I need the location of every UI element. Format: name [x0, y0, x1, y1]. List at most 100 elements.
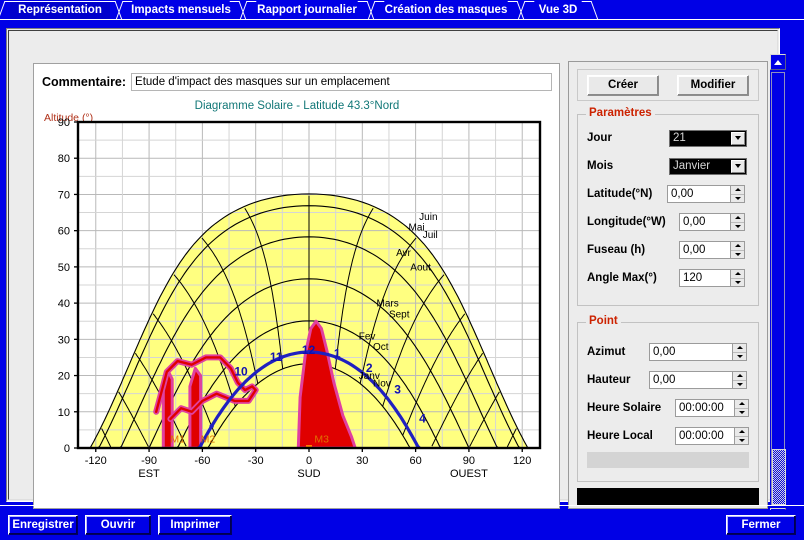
spin-down-icon[interactable] [735, 436, 748, 444]
svg-text:M3: M3 [314, 434, 329, 446]
fuseau-input[interactable]: 0,00 [679, 241, 730, 259]
jour-value: 21 [673, 132, 686, 144]
content-frame-inner: Commentaire: Etude d'impact des masques … [8, 30, 778, 509]
svg-text:20: 20 [58, 371, 70, 383]
svg-text:Nov: Nov [373, 378, 391, 389]
mois-dropdown[interactable]: Janvier [669, 157, 747, 175]
azimut-stepper[interactable]: 0,00 [649, 343, 747, 361]
solar-diagram: Diagramme Solaire - Latitude 43.3°Nord A… [42, 100, 552, 500]
application-window: Représentation Impacts mensuels Rapport … [0, 0, 804, 540]
tab-vue-3d[interactable]: Vue 3D [517, 1, 599, 20]
svg-text:M1: M1 [170, 434, 185, 446]
field-label-hauteur: Hauteur [587, 374, 631, 386]
scrollbar-thumb[interactable] [772, 449, 786, 505]
spin-up-icon[interactable] [731, 242, 744, 251]
parameters-group: Paramètres Jour 21 Mois Janvier Latitude… [577, 107, 759, 306]
spin-down-icon[interactable] [731, 194, 744, 202]
svg-text:0: 0 [64, 443, 70, 455]
spin-up-icon[interactable] [735, 428, 748, 437]
spin-down-icon[interactable] [731, 250, 744, 258]
field-label-mois: Mois [587, 160, 614, 172]
tab-impacts-mensuels[interactable]: Impacts mensuels [115, 1, 247, 20]
angle-max-stepper[interactable]: 120 [679, 269, 745, 287]
svg-text:90: 90 [58, 117, 70, 129]
spin-up-icon[interactable] [731, 186, 744, 195]
svg-text:EST: EST [138, 468, 160, 480]
svg-text:Aout: Aout [410, 263, 431, 274]
svg-text:1: 1 [334, 346, 341, 360]
svg-text:-90: -90 [141, 455, 157, 467]
create-button[interactable]: Créer [587, 74, 659, 96]
longitude-stepper[interactable]: 0,00 [679, 213, 745, 231]
chevron-down-icon[interactable] [731, 159, 745, 173]
tab-creation-des-masques[interactable]: Création des masques [367, 1, 525, 20]
svg-text:Avr: Avr [396, 248, 411, 259]
angle-max-spin-controls[interactable] [730, 269, 745, 287]
close-button[interactable]: Fermer [726, 515, 796, 535]
field-jour: Jour 21 [587, 129, 749, 147]
svg-text:120: 120 [513, 455, 531, 467]
spin-up-icon[interactable] [735, 400, 748, 409]
comment-row: Commentaire: Etude d'impact des masques … [42, 72, 552, 92]
chevron-down-icon[interactable] [731, 131, 745, 145]
spin-up-icon[interactable] [733, 372, 746, 381]
vertical-scrollbar[interactable] [770, 54, 786, 524]
tab-label: Rapport journalier [257, 4, 357, 16]
jour-dropdown[interactable]: 21 [669, 129, 747, 147]
save-button[interactable]: Enregistrer [8, 515, 78, 535]
scroll-up-icon[interactable] [770, 54, 786, 70]
spin-up-icon[interactable] [731, 214, 744, 223]
azimut-spin-controls[interactable] [732, 343, 747, 361]
svg-text:11: 11 [270, 350, 283, 364]
hauteur-spin-controls[interactable] [732, 371, 747, 389]
svg-text:4: 4 [419, 412, 426, 426]
tab-label: Représentation [18, 4, 102, 16]
spin-up-icon[interactable] [733, 344, 746, 353]
hauteur-input[interactable]: 0,00 [649, 371, 732, 389]
tab-rapport-journalier[interactable]: Rapport journalier [239, 1, 375, 20]
point-group: Point Azimut 0,00 Hauteur 0,00 Heure Sol… [577, 315, 759, 482]
chart-canvas[interactable]: JuinMaiJuilAvrAoutMarsSeptFevOctJanvNov1… [42, 100, 552, 500]
longitude-spin-controls[interactable] [730, 213, 745, 231]
heure-local-input[interactable]: 00:00:00 [675, 427, 734, 445]
open-button[interactable]: Ouvrir [85, 515, 151, 535]
heure-local-spin-controls[interactable] [734, 427, 749, 445]
content-frame: Commentaire: Etude d'impact des masques … [6, 28, 780, 509]
spin-up-icon[interactable] [731, 270, 744, 279]
heure-local-stepper[interactable]: 00:00:00 [675, 427, 749, 445]
heure-solaire-input[interactable]: 00:00:00 [675, 399, 734, 417]
client-area: Commentaire: Etude d'impact des masques … [0, 22, 804, 524]
field-label-azimut: Azimut [587, 346, 626, 358]
comment-input[interactable]: Etude d'impact des masques sur un emplac… [131, 73, 552, 91]
scrollbar-track[interactable] [771, 72, 786, 506]
latitude-spin-controls[interactable] [730, 185, 745, 203]
svg-text:Oct: Oct [373, 342, 389, 353]
spin-down-icon[interactable] [731, 278, 744, 286]
tab-representation[interactable]: Représentation [0, 1, 123, 20]
heure-solaire-stepper[interactable]: 00:00:00 [675, 399, 749, 417]
parameters-group-title: Paramètres [586, 107, 655, 119]
diagram-card: Commentaire: Etude d'impact des masques … [33, 63, 560, 509]
longitude-input[interactable]: 0,00 [679, 213, 730, 231]
field-label-longitude: Longitude(°W) [587, 216, 666, 228]
svg-text:-60: -60 [194, 455, 210, 467]
hauteur-stepper[interactable]: 0,00 [649, 371, 747, 389]
footer-divider [0, 505, 804, 506]
fuseau-spin-controls[interactable] [730, 241, 745, 259]
fuseau-stepper[interactable]: 0,00 [679, 241, 745, 259]
mois-value: Janvier [673, 160, 711, 172]
spin-down-icon[interactable] [731, 222, 744, 230]
angle-max-input[interactable]: 120 [679, 269, 730, 287]
latitude-stepper[interactable]: 0,00 [667, 185, 745, 203]
latitude-input[interactable]: 0,00 [667, 185, 730, 203]
spin-down-icon[interactable] [733, 380, 746, 388]
print-button[interactable]: Imprimer [158, 515, 232, 535]
svg-text:70: 70 [58, 189, 70, 201]
tab-label: Vue 3D [538, 4, 578, 16]
svg-text:0: 0 [306, 455, 312, 467]
azimut-input[interactable]: 0,00 [649, 343, 732, 361]
spin-down-icon[interactable] [733, 352, 746, 360]
heure-solaire-spin-controls[interactable] [734, 399, 749, 417]
spin-down-icon[interactable] [735, 408, 748, 416]
modify-button[interactable]: Modifier [677, 74, 749, 96]
